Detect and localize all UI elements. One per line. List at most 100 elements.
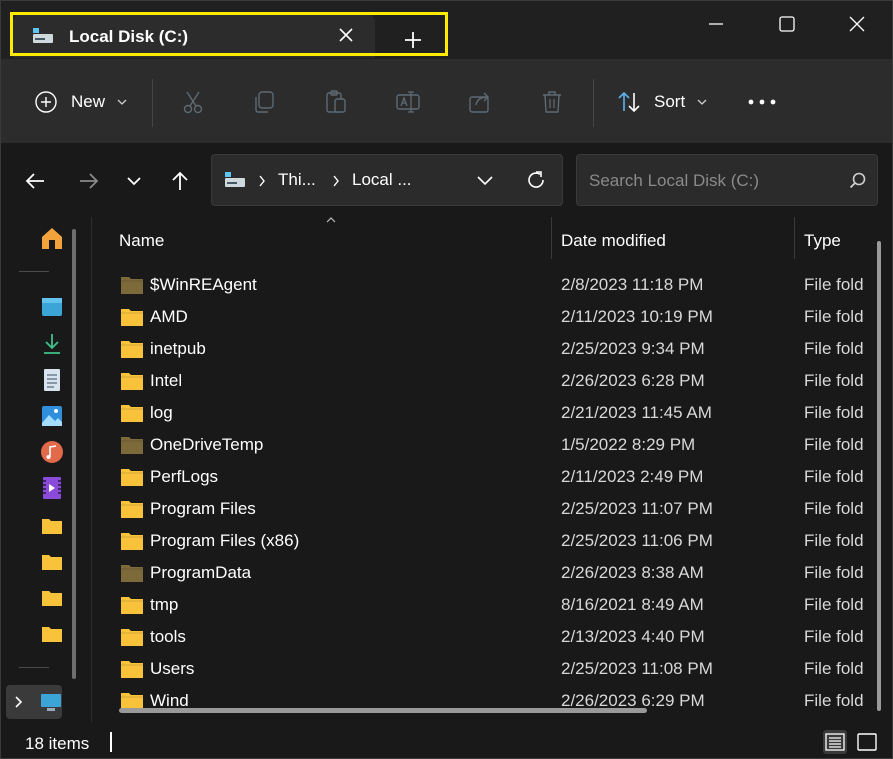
chevron-down-icon: [697, 99, 707, 105]
paste-icon[interactable]: [323, 89, 349, 115]
drive-icon: [225, 172, 245, 187]
folder-icon: [121, 469, 143, 486]
nav-divider: [19, 667, 49, 668]
file-type: File fold: [804, 499, 864, 518]
downloads-icon[interactable]: [39, 331, 65, 357]
column-separator[interactable]: [551, 217, 552, 259]
details-view-icon[interactable]: [823, 730, 847, 754]
file-type: File fold: [804, 563, 864, 582]
search-input[interactable]: [587, 167, 841, 195]
file-row[interactable]: Users 2/25/2023 11:08 PM File fold: [111, 653, 871, 685]
desktop-icon[interactable]: [39, 295, 65, 321]
address-bar[interactable]: Thi... Local ...: [211, 154, 563, 206]
file-name: tmp: [150, 595, 179, 614]
folder-icon: [121, 565, 143, 582]
more-options-icon[interactable]: [747, 97, 777, 107]
folder-icon[interactable]: [39, 585, 65, 611]
file-row[interactable]: tmp 8/16/2021 8:49 AM File fold: [111, 589, 871, 621]
breadcrumb-chevron-icon: [333, 175, 339, 187]
file-list: Name Date modified Type $WinREAgent 2/8/2…: [93, 217, 892, 722]
file-row[interactable]: $WinREAgent 2/8/2023 11:18 PM File fold: [111, 269, 871, 301]
close-window-button[interactable]: [834, 9, 880, 39]
folder-icon: [121, 405, 143, 422]
minimize-button[interactable]: [693, 9, 739, 39]
new-tab-button[interactable]: [399, 26, 427, 54]
file-type: File fold: [804, 435, 864, 454]
file-row[interactable]: tools 2/13/2023 4:40 PM File fold: [111, 621, 871, 653]
file-date-modified: 2/25/2023 11:06 PM: [561, 531, 713, 550]
column-separator[interactable]: [794, 217, 795, 259]
file-name: OneDriveTemp: [150, 435, 264, 454]
nav-divider: [19, 271, 49, 272]
folder-icon[interactable]: [39, 621, 65, 647]
file-row[interactable]: Program Files 2/25/2023 11:07 PM File fold: [111, 493, 871, 525]
file-row[interactable]: ProgramData 2/26/2023 8:38 AM File fold: [111, 557, 871, 589]
toolbar-divider: [152, 79, 153, 127]
delete-icon[interactable]: [539, 89, 565, 115]
file-date-modified: 2/13/2023 4:40 PM: [561, 627, 705, 646]
navigation-bar: Thi... Local ...: [1, 143, 892, 217]
cut-icon[interactable]: [180, 89, 206, 115]
back-arrow-icon[interactable]: [23, 169, 47, 193]
file-row[interactable]: AMD 2/11/2023 10:19 PM File fold: [111, 301, 871, 333]
new-button[interactable]: New: [33, 89, 133, 115]
home-icon[interactable]: [39, 225, 65, 251]
search-box[interactable]: [576, 154, 878, 206]
videos-icon[interactable]: [39, 475, 65, 501]
rename-icon[interactable]: [395, 89, 421, 115]
file-list-horizontal-scrollbar[interactable]: [119, 708, 647, 713]
folder-icon[interactable]: [39, 549, 65, 575]
folder-icon: [121, 661, 143, 678]
nav-scrollbar[interactable]: [72, 229, 76, 679]
file-explorer-window: Local Disk (C:) New Sort Thi... Local ..…: [0, 0, 893, 759]
up-arrow-icon[interactable]: [168, 169, 192, 193]
file-date-modified: 2/25/2023 11:07 PM: [561, 499, 713, 518]
large-icons-view-icon[interactable]: [855, 730, 879, 754]
folder-icon: [121, 437, 143, 454]
close-tab-icon[interactable]: [335, 24, 357, 46]
column-header-name[interactable]: Name: [119, 231, 164, 251]
music-icon[interactable]: [39, 439, 65, 465]
forward-arrow-icon[interactable]: [77, 169, 101, 193]
file-list-vertical-scrollbar[interactable]: [877, 241, 881, 711]
column-header-date-modified[interactable]: Date modified: [561, 231, 666, 251]
file-date-modified: 2/11/2023 2:49 PM: [561, 467, 704, 486]
file-date-modified: 2/21/2023 11:45 AM: [561, 403, 712, 422]
file-row[interactable]: log 2/21/2023 11:45 AM File fold: [111, 397, 871, 429]
folder-icon: [121, 597, 143, 614]
copy-icon[interactable]: [251, 89, 277, 115]
nav-item-this-pc[interactable]: [6, 685, 62, 719]
pane-divider: [91, 217, 92, 722]
file-date-modified: 8/16/2021 8:49 AM: [561, 595, 704, 614]
file-date-modified: 2/8/2023 11:18 PM: [561, 275, 704, 294]
file-row[interactable]: Program Files (x86) 2/25/2023 11:06 PM Fil…: [111, 525, 871, 557]
folder-icon[interactable]: [39, 513, 65, 539]
share-icon[interactable]: [467, 89, 493, 115]
file-date-modified: 2/11/2023 10:19 PM: [561, 307, 713, 326]
maximize-button[interactable]: [763, 9, 809, 39]
address-history-chevron-icon[interactable]: [476, 173, 494, 187]
file-name: Users: [150, 659, 195, 678]
documents-icon[interactable]: [39, 367, 65, 393]
file-type: File fold: [804, 307, 864, 326]
refresh-icon[interactable]: [525, 169, 547, 191]
breadcrumb-this-pc[interactable]: Thi...: [278, 170, 316, 190]
file-row[interactable]: Intel 2/26/2023 6:28 PM File fold: [111, 365, 871, 397]
breadcrumb-local-disk[interactable]: Local ...: [352, 170, 412, 190]
tab-local-disk[interactable]: Local Disk (C:): [13, 14, 375, 58]
file-row[interactable]: PerfLogs 2/11/2023 2:49 PM File fold: [111, 461, 871, 493]
column-header-type[interactable]: Type: [804, 231, 841, 251]
file-row[interactable]: OneDriveTemp 1/5/2022 8:29 PM File fold: [111, 429, 871, 461]
file-type: File fold: [804, 275, 864, 294]
file-name: $WinREAgent: [150, 275, 257, 294]
file-row[interactable]: inetpub 2/25/2023 9:34 PM File fold: [111, 333, 871, 365]
recent-locations-chevron-icon[interactable]: [122, 169, 146, 193]
file-name: AMD: [150, 307, 188, 326]
status-bar: 18 items: [1, 722, 892, 758]
file-name: Program Files (x86): [150, 531, 300, 550]
chevron-right-icon[interactable]: [14, 695, 24, 709]
file-name: inetpub: [150, 339, 206, 358]
pictures-icon[interactable]: [39, 403, 65, 429]
sort-button[interactable]: Sort: [616, 89, 711, 115]
sort-label: Sort: [654, 92, 686, 111]
